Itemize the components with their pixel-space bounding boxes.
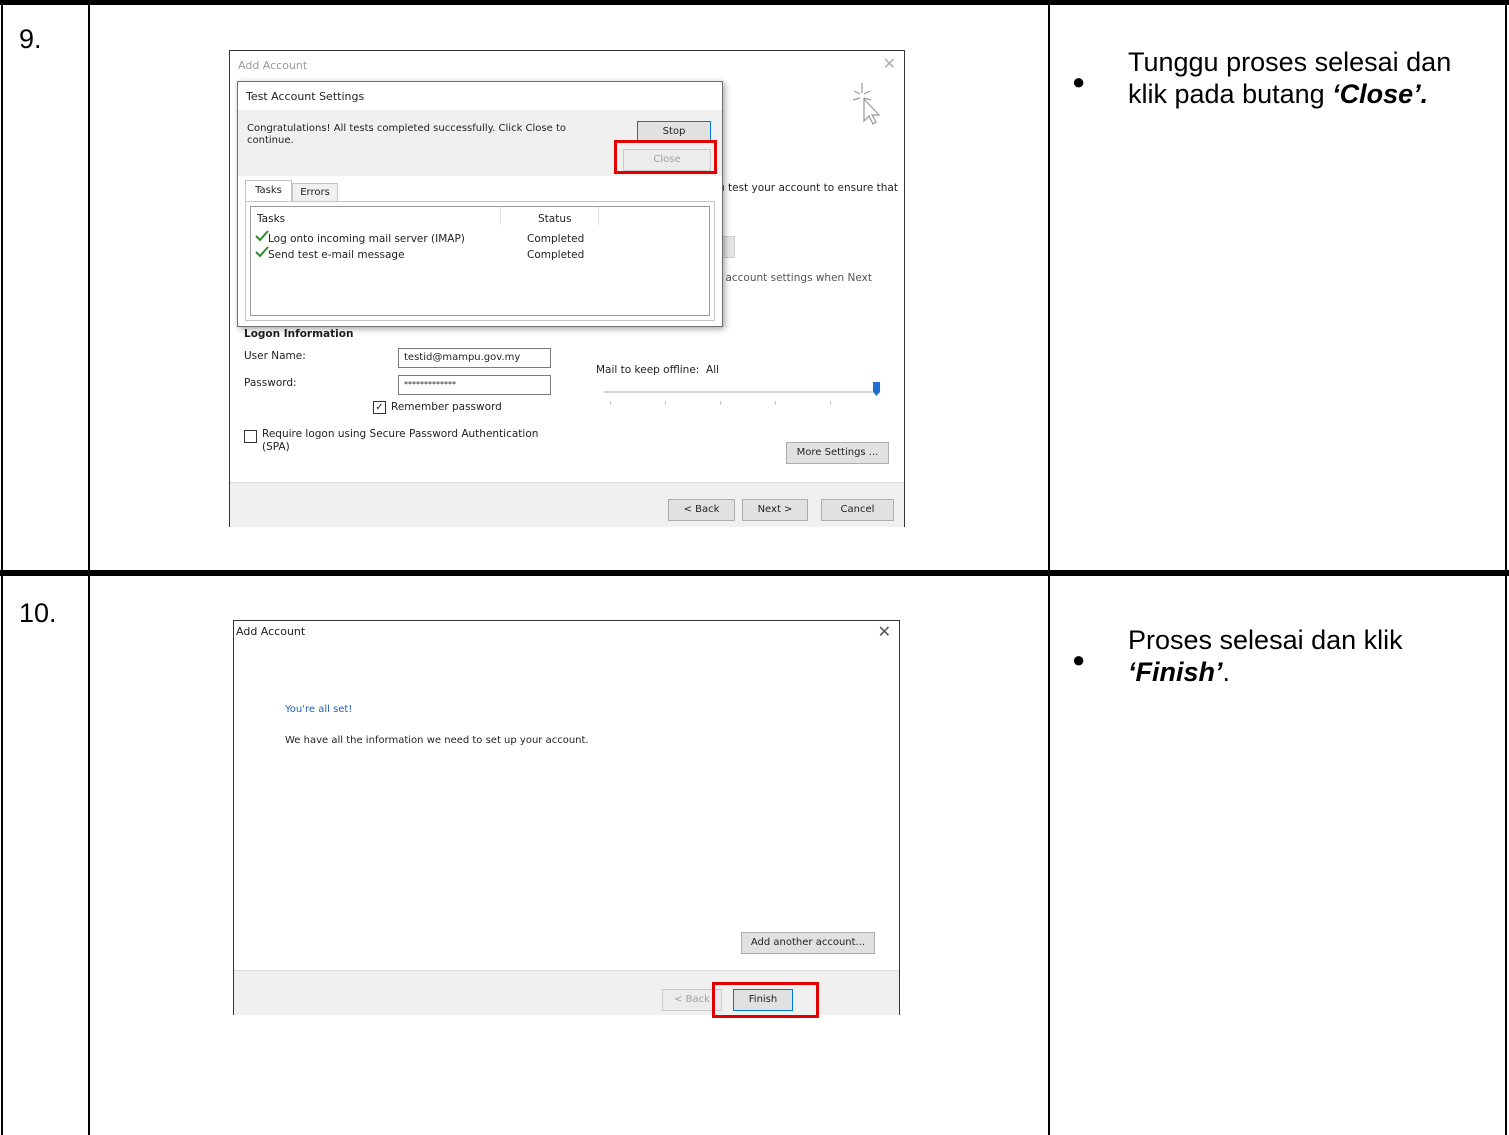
check-icon (255, 230, 269, 242)
close-icon[interactable]: ✕ (883, 56, 896, 72)
next-button[interactable]: Next > (742, 499, 808, 521)
background-text: u test your account to ensure that (718, 182, 898, 194)
check-icon (255, 246, 269, 258)
offline-slider-ticks (610, 401, 870, 405)
instruction-suffix: . (1222, 657, 1231, 687)
finish-highlight-box (712, 982, 819, 1018)
task-name: Log onto incoming mail server (IMAP) (268, 233, 465, 245)
tasks-list (250, 206, 710, 316)
close-highlight-box (614, 140, 717, 174)
remember-password-label: Remember password (391, 401, 502, 413)
table-top-border (0, 0, 1509, 5)
username-label: User Name: (244, 350, 306, 362)
spa-label-cont: (SPA) (262, 441, 290, 453)
add-another-account-button[interactable]: Add another account... (741, 932, 875, 954)
table-right-border (1505, 0, 1507, 1135)
task-status: Completed (527, 233, 585, 245)
close-icon[interactable]: ✕ (878, 624, 891, 640)
column-divider (598, 207, 599, 225)
success-message: Congratulations! All tests completed suc… (247, 123, 566, 146)
tab-tasks[interactable]: Tasks (245, 180, 292, 202)
table-col-divider-2 (1048, 0, 1050, 1135)
password-field[interactable]: ************* (398, 375, 551, 395)
instruction-emphasis: ‘Finish’ (1128, 657, 1223, 687)
logon-heading: Logon Information (244, 328, 354, 340)
column-divider (500, 207, 501, 225)
table-row-divider (0, 570, 1509, 576)
add-account-window: Add Account ✕ You're all set! We have al… (233, 620, 900, 1015)
column-header: Tasks (257, 213, 286, 225)
step-instruction: ● Tunggu proses selesai dan klik pada bu… (1072, 46, 1492, 110)
table-left-border (1, 0, 3, 1135)
table-col-divider-1 (88, 0, 90, 1135)
offline-label: Mail to keep offline: All (596, 364, 720, 376)
test-account-settings-dialog: Test Account Settings Congratulations! A… (237, 81, 723, 327)
window-title: Add Account (238, 59, 308, 72)
background-text: t account settings when Next (718, 272, 872, 284)
bullet-icon: ● (1072, 647, 1086, 672)
sparkle-cursor-icon (852, 83, 881, 125)
bullet-icon: ● (1072, 69, 1086, 94)
all-set-message: We have all the information we need to s… (285, 735, 589, 746)
password-label: Password: (244, 377, 297, 389)
spa-label: Require logon using Secure Password Auth… (262, 428, 539, 440)
remember-password-checkbox[interactable]: ✓ (373, 401, 386, 414)
step-number: 9. (19, 24, 42, 54)
tab-errors[interactable]: Errors (292, 183, 338, 202)
task-name: Send test e-mail message (268, 249, 405, 261)
offline-slider-thumb[interactable] (873, 382, 880, 396)
step-instruction: ● Proses selesai dan klik ‘Finish’. (1072, 624, 1492, 688)
instruction-text: Proses selesai dan klik (1128, 625, 1403, 655)
task-status: Completed (527, 249, 585, 261)
back-button[interactable]: < Back (668, 499, 735, 521)
instruction-emphasis: ‘Close’. (1332, 79, 1429, 109)
username-field[interactable]: testid@mampu.gov.my (398, 348, 551, 368)
all-set-heading: You're all set! (285, 704, 353, 715)
offline-value: All (706, 364, 720, 376)
window-title: Add Account (236, 625, 306, 638)
dialog-title: Test Account Settings (246, 90, 365, 103)
spa-checkbox[interactable] (244, 430, 257, 443)
column-header: Status (538, 213, 572, 225)
step-number: 10. (19, 598, 57, 628)
offline-slider-track[interactable] (604, 391, 880, 393)
cancel-button[interactable]: Cancel (821, 499, 894, 521)
more-settings-button[interactable]: More Settings ... (786, 442, 889, 464)
